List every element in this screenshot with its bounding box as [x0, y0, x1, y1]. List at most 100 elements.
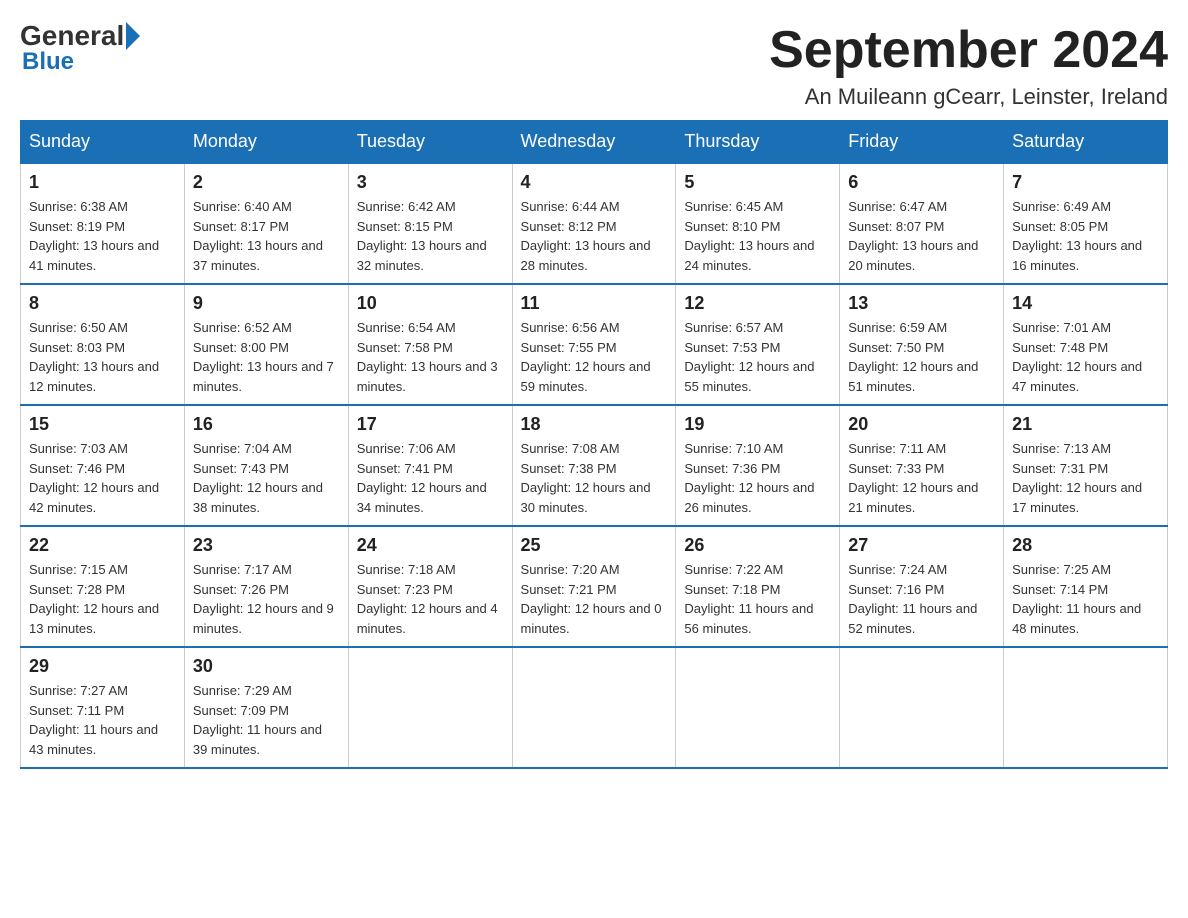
day-info: Sunrise: 6:57 AMSunset: 7:53 PMDaylight:…	[684, 318, 831, 396]
day-number: 13	[848, 293, 995, 314]
day-number: 25	[521, 535, 668, 556]
table-row: 21 Sunrise: 7:13 AMSunset: 7:31 PMDayligh…	[1004, 405, 1168, 526]
day-number: 19	[684, 414, 831, 435]
day-info: Sunrise: 7:10 AMSunset: 7:36 PMDaylight:…	[684, 439, 831, 517]
day-info: Sunrise: 6:47 AMSunset: 8:07 PMDaylight:…	[848, 197, 995, 275]
table-row: 10 Sunrise: 6:54 AMSunset: 7:58 PMDayligh…	[348, 284, 512, 405]
day-info: Sunrise: 7:04 AMSunset: 7:43 PMDaylight:…	[193, 439, 340, 517]
table-row: 2 Sunrise: 6:40 AMSunset: 8:17 PMDaylight…	[184, 163, 348, 284]
header-friday: Friday	[840, 121, 1004, 164]
table-row	[1004, 647, 1168, 768]
day-info: Sunrise: 7:20 AMSunset: 7:21 PMDaylight:…	[521, 560, 668, 638]
day-number: 11	[521, 293, 668, 314]
table-row: 17 Sunrise: 7:06 AMSunset: 7:41 PMDayligh…	[348, 405, 512, 526]
day-number: 12	[684, 293, 831, 314]
day-info: Sunrise: 7:24 AMSunset: 7:16 PMDaylight:…	[848, 560, 995, 638]
calendar-table: Sunday Monday Tuesday Wednesday Thursday…	[20, 120, 1168, 769]
day-info: Sunrise: 6:40 AMSunset: 8:17 PMDaylight:…	[193, 197, 340, 275]
table-row: 28 Sunrise: 7:25 AMSunset: 7:14 PMDayligh…	[1004, 526, 1168, 647]
calendar-week-1: 1 Sunrise: 6:38 AMSunset: 8:19 PMDaylight…	[21, 163, 1168, 284]
day-info: Sunrise: 6:45 AMSunset: 8:10 PMDaylight:…	[684, 197, 831, 275]
day-info: Sunrise: 7:06 AMSunset: 7:41 PMDaylight:…	[357, 439, 504, 517]
day-number: 23	[193, 535, 340, 556]
header-wednesday: Wednesday	[512, 121, 676, 164]
day-info: Sunrise: 7:08 AMSunset: 7:38 PMDaylight:…	[521, 439, 668, 517]
day-info: Sunrise: 6:38 AMSunset: 8:19 PMDaylight:…	[29, 197, 176, 275]
page-header: General Blue September 2024 An Muileann …	[20, 20, 1168, 110]
logo-arrow-icon	[126, 22, 140, 50]
day-info: Sunrise: 7:25 AMSunset: 7:14 PMDaylight:…	[1012, 560, 1159, 638]
day-number: 30	[193, 656, 340, 677]
day-number: 10	[357, 293, 504, 314]
calendar-week-2: 8 Sunrise: 6:50 AMSunset: 8:03 PMDaylight…	[21, 284, 1168, 405]
table-row	[512, 647, 676, 768]
day-info: Sunrise: 7:17 AMSunset: 7:26 PMDaylight:…	[193, 560, 340, 638]
header-sunday: Sunday	[21, 121, 185, 164]
day-info: Sunrise: 7:15 AMSunset: 7:28 PMDaylight:…	[29, 560, 176, 638]
table-row: 4Sunrise: 6:44 AMSunset: 8:12 PMDaylight…	[512, 163, 676, 284]
day-info: Sunrise: 6:49 AMSunset: 8:05 PMDaylight:…	[1012, 197, 1159, 275]
table-row: 27 Sunrise: 7:24 AMSunset: 7:16 PMDayligh…	[840, 526, 1004, 647]
day-info: Sunrise: 6:56 AMSunset: 7:55 PMDaylight:…	[521, 318, 668, 396]
day-info: Sunrise: 7:18 AMSunset: 7:23 PMDaylight:…	[357, 560, 504, 638]
day-info: Sunrise: 6:54 AMSunset: 7:58 PMDaylight:…	[357, 318, 504, 396]
title-area: September 2024 An Muileann gCearr, Leins…	[769, 20, 1168, 110]
day-info: Sunrise: 7:01 AMSunset: 7:48 PMDaylight:…	[1012, 318, 1159, 396]
table-row: 19 Sunrise: 7:10 AMSunset: 7:36 PMDayligh…	[676, 405, 840, 526]
table-row	[348, 647, 512, 768]
day-number: 3	[357, 172, 504, 193]
day-number: 17	[357, 414, 504, 435]
day-info: Sunrise: 6:52 AMSunset: 8:00 PMDaylight:…	[193, 318, 340, 396]
table-row: 5 Sunrise: 6:45 AMSunset: 8:10 PMDaylight…	[676, 163, 840, 284]
day-info: Sunrise: 7:27 AMSunset: 7:11 PMDaylight:…	[29, 681, 176, 759]
table-row: 25 Sunrise: 7:20 AMSunset: 7:21 PMDayligh…	[512, 526, 676, 647]
table-row: 9 Sunrise: 6:52 AMSunset: 8:00 PMDaylight…	[184, 284, 348, 405]
table-row: 20 Sunrise: 7:11 AMSunset: 7:33 PMDayligh…	[840, 405, 1004, 526]
day-number: 18	[521, 414, 668, 435]
day-info: Sunrise: 7:22 AMSunset: 7:18 PMDaylight:…	[684, 560, 831, 638]
table-row	[840, 647, 1004, 768]
table-row: 16 Sunrise: 7:04 AMSunset: 7:43 PMDayligh…	[184, 405, 348, 526]
day-number: 27	[848, 535, 995, 556]
header-monday: Monday	[184, 121, 348, 164]
day-number: 1	[29, 172, 176, 193]
day-number: 5	[684, 172, 831, 193]
day-number: 16	[193, 414, 340, 435]
table-row: 7Sunrise: 6:49 AMSunset: 8:05 PMDaylight…	[1004, 163, 1168, 284]
table-row: 15 Sunrise: 7:03 AMSunset: 7:46 PMDayligh…	[21, 405, 185, 526]
table-row: 14Sunrise: 7:01 AMSunset: 7:48 PMDayligh…	[1004, 284, 1168, 405]
month-title: September 2024	[769, 20, 1168, 80]
calendar-week-3: 15 Sunrise: 7:03 AMSunset: 7:46 PMDayligh…	[21, 405, 1168, 526]
header-saturday: Saturday	[1004, 121, 1168, 164]
header-tuesday: Tuesday	[348, 121, 512, 164]
table-row: 24 Sunrise: 7:18 AMSunset: 7:23 PMDayligh…	[348, 526, 512, 647]
day-info: Sunrise: 6:50 AMSunset: 8:03 PMDaylight:…	[29, 318, 176, 396]
logo: General Blue	[20, 20, 142, 76]
day-info: Sunrise: 7:03 AMSunset: 7:46 PMDaylight:…	[29, 439, 176, 517]
day-number: 28	[1012, 535, 1159, 556]
day-number: 24	[357, 535, 504, 556]
calendar-week-4: 22 Sunrise: 7:15 AMSunset: 7:28 PMDayligh…	[21, 526, 1168, 647]
day-number: 22	[29, 535, 176, 556]
day-info: Sunrise: 6:44 AMSunset: 8:12 PMDaylight:…	[521, 197, 668, 275]
calendar-week-5: 29 Sunrise: 7:27 AMSunset: 7:11 PMDayligh…	[21, 647, 1168, 768]
day-info: Sunrise: 7:11 AMSunset: 7:33 PMDaylight:…	[848, 439, 995, 517]
table-row: 13Sunrise: 6:59 AMSunset: 7:50 PMDayligh…	[840, 284, 1004, 405]
day-number: 15	[29, 414, 176, 435]
day-info: Sunrise: 7:13 AMSunset: 7:31 PMDaylight:…	[1012, 439, 1159, 517]
day-number: 20	[848, 414, 995, 435]
day-number: 2	[193, 172, 340, 193]
table-row: 26 Sunrise: 7:22 AMSunset: 7:18 PMDayligh…	[676, 526, 840, 647]
day-number: 8	[29, 293, 176, 314]
day-number: 26	[684, 535, 831, 556]
table-row: 6Sunrise: 6:47 AMSunset: 8:07 PMDaylight…	[840, 163, 1004, 284]
calendar-header-row: Sunday Monday Tuesday Wednesday Thursday…	[21, 121, 1168, 164]
day-number: 21	[1012, 414, 1159, 435]
day-number: 29	[29, 656, 176, 677]
header-thursday: Thursday	[676, 121, 840, 164]
table-row: 29 Sunrise: 7:27 AMSunset: 7:11 PMDayligh…	[21, 647, 185, 768]
day-number: 9	[193, 293, 340, 314]
table-row: 11 Sunrise: 6:56 AMSunset: 7:55 PMDayligh…	[512, 284, 676, 405]
logo-blue-text: Blue	[20, 48, 74, 76]
day-info: Sunrise: 7:29 AMSunset: 7:09 PMDaylight:…	[193, 681, 340, 759]
